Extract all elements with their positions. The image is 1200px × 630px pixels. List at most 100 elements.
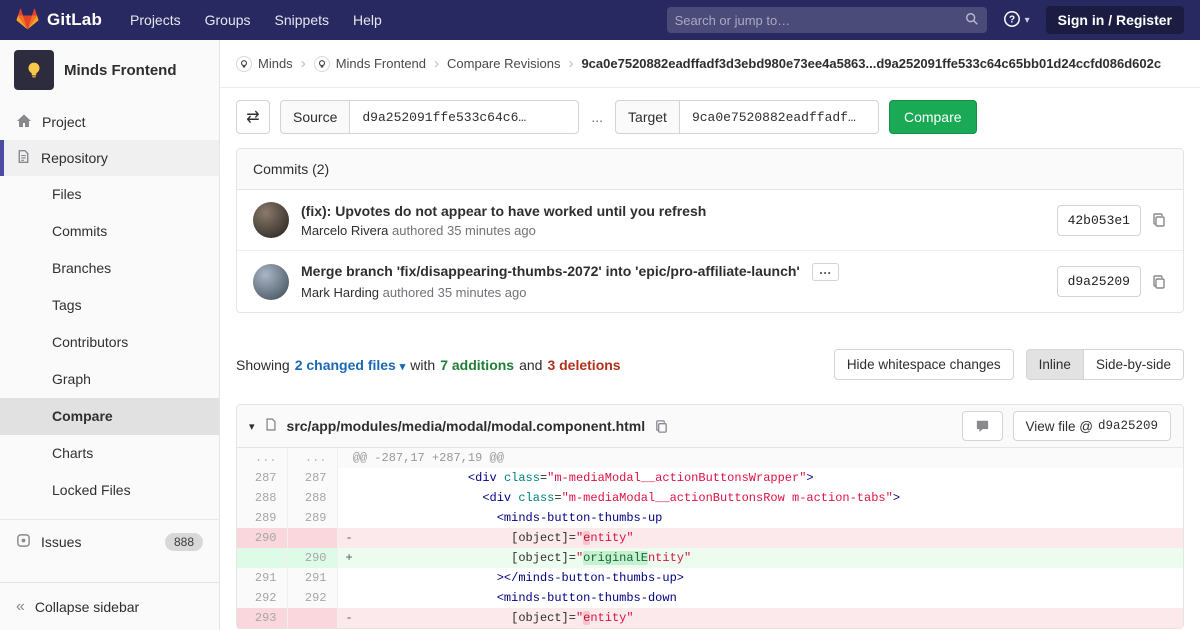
- sidebar-item-label: Issues: [41, 534, 81, 550]
- sidebar-item-commits[interactable]: Commits: [0, 213, 219, 250]
- diff-summary: Showing 2 changed files ▾ with 7 additio…: [236, 357, 621, 373]
- commit-authored-meta: authored 35 minutes ago: [392, 223, 536, 238]
- gitlab-tanuki-icon: [16, 8, 39, 33]
- nav-item-projects[interactable]: Projects: [130, 12, 181, 28]
- new-line-number[interactable]: 288: [287, 488, 337, 508]
- range-separator: ...: [589, 109, 605, 125]
- new-line-number[interactable]: 292: [287, 588, 337, 608]
- diff-code-cell: @@ -287,17 +287,19 @@: [337, 448, 1183, 468]
- new-line-number[interactable]: ...: [287, 448, 337, 468]
- nav-item-help[interactable]: Help: [353, 12, 382, 28]
- compare-button[interactable]: Compare: [889, 100, 977, 134]
- commit-authored-meta: authored 35 minutes ago: [383, 285, 527, 300]
- nav-item-groups[interactable]: Groups: [205, 12, 251, 28]
- signin-register-button[interactable]: Sign in / Register: [1046, 6, 1184, 34]
- sidebar-item-issues[interactable]: Issues 888: [0, 524, 219, 560]
- old-line-number[interactable]: [237, 548, 287, 568]
- sidebar-item-project[interactable]: Project: [0, 104, 219, 140]
- diff-file-header: ▾ src/app/modules/media/modal/modal.comp…: [237, 405, 1183, 448]
- file-path-link[interactable]: src/app/modules/media/modal/modal.compon…: [287, 418, 646, 434]
- sidebar-item-branches[interactable]: Branches: [0, 250, 219, 287]
- copy-sha-button[interactable]: [1151, 274, 1167, 290]
- new-line-number[interactable]: [287, 608, 337, 628]
- breadcrumb-page-label: Compare Revisions: [447, 56, 560, 71]
- view-file-label: View file @: [1026, 419, 1093, 434]
- hide-whitespace-button[interactable]: Hide whitespace changes: [834, 349, 1014, 380]
- diff-code-cell: <minds-button-thumbs-up: [337, 508, 1183, 528]
- diff-view-toggle: Inline Side-by-side: [1026, 349, 1184, 380]
- side-by-side-view-button[interactable]: Side-by-side: [1084, 349, 1184, 380]
- sidebar-item-charts[interactable]: Charts: [0, 435, 219, 472]
- diff-code-cell: <div class="m-mediaModal__actionButtonsR…: [337, 488, 1183, 508]
- diff-code-cell: - [object]="entity": [337, 608, 1183, 628]
- old-line-number[interactable]: 288: [237, 488, 287, 508]
- old-line-number[interactable]: 290: [237, 528, 287, 548]
- old-line-number[interactable]: 292: [237, 588, 287, 608]
- diff-line: 290 - [object]="entity": [237, 528, 1183, 548]
- diff-line: 293 - [object]="entity": [237, 608, 1183, 628]
- collapse-icon: «: [16, 598, 25, 616]
- diff-line: ...... @@ -287,17 +287,19 @@: [237, 448, 1183, 468]
- breadcrumb-item-project[interactable]: Minds Frontend: [314, 56, 426, 72]
- commit-author-avatar[interactable]: [253, 202, 289, 238]
- toggle-comments-button[interactable]: [962, 411, 1003, 441]
- commit-info: (fix): Upvotes do not appear to have wor…: [301, 203, 1045, 238]
- project-sidebar: Minds Frontend Project Repository Files …: [0, 40, 220, 630]
- sidebar-item-tags[interactable]: Tags: [0, 287, 219, 324]
- breadcrumb-item-group[interactable]: Minds: [236, 56, 293, 72]
- sidebar-item-locked-files[interactable]: Locked Files: [0, 472, 219, 509]
- commit-title-link[interactable]: Merge branch 'fix/disappearing-thumbs-20…: [301, 263, 800, 279]
- file-icon: [264, 417, 278, 435]
- gitlab-home-link[interactable]: GitLab: [16, 8, 102, 33]
- commit-author-link[interactable]: Marcelo Rivera: [301, 223, 388, 238]
- view-file-button[interactable]: View file @ d9a25209: [1013, 411, 1172, 441]
- changed-files-dropdown[interactable]: 2 changed files ▾: [295, 357, 406, 373]
- diff-code-cell: - [object]="entity": [337, 528, 1183, 548]
- new-line-number[interactable]: 287: [287, 468, 337, 488]
- search-input[interactable]: [675, 13, 965, 28]
- sidebar-item-compare[interactable]: Compare: [0, 398, 219, 435]
- commit-title-link[interactable]: (fix): Upvotes do not appear to have wor…: [301, 203, 706, 219]
- old-line-number[interactable]: ...: [237, 448, 287, 468]
- new-line-number[interactable]: [287, 528, 337, 548]
- breadcrumb-separator-icon: ›: [434, 55, 439, 72]
- inline-view-button[interactable]: Inline: [1026, 349, 1084, 380]
- sidebar-item-files[interactable]: Files: [0, 176, 219, 213]
- nav-item-snippets[interactable]: Snippets: [275, 12, 329, 28]
- global-search[interactable]: [667, 7, 987, 33]
- deletions-count: 3 deletions: [547, 357, 620, 373]
- new-line-number[interactable]: 289: [287, 508, 337, 528]
- diff-view-controls: Hide whitespace changes Inline Side-by-s…: [834, 349, 1184, 380]
- search-icon: [965, 12, 979, 29]
- help-menu-button[interactable]: ? ▾: [1003, 10, 1030, 31]
- new-line-number[interactable]: 290: [287, 548, 337, 568]
- collapse-diff-caret[interactable]: ▾: [249, 420, 255, 433]
- commit-sha-button[interactable]: 42b053e1: [1057, 205, 1141, 236]
- target-ref-dropdown[interactable]: 9ca0e7520882eadffadf…: [679, 100, 879, 134]
- old-line-number[interactable]: 289: [237, 508, 287, 528]
- copy-sha-button[interactable]: [1151, 212, 1167, 228]
- old-line-number[interactable]: 291: [237, 568, 287, 588]
- collapse-sidebar-button[interactable]: « Collapse sidebar: [0, 582, 219, 630]
- source-ref-dropdown[interactable]: d9a252091ffe533c64c6…: [349, 100, 579, 134]
- swap-revisions-button[interactable]: ⇄: [236, 100, 270, 134]
- breadcrumb-item-compare-revisions[interactable]: Compare Revisions: [447, 56, 560, 71]
- old-line-number[interactable]: 287: [237, 468, 287, 488]
- old-line-number[interactable]: 293: [237, 608, 287, 628]
- diff-line: 291291 ></minds-button-thumbs-up>: [237, 568, 1183, 588]
- additions-count: 7 additions: [440, 357, 514, 373]
- project-context-link[interactable]: Minds Frontend: [0, 40, 219, 100]
- copy-file-path-button[interactable]: [654, 419, 669, 434]
- sidebar-item-contributors[interactable]: Contributors: [0, 324, 219, 361]
- expand-commit-message-button[interactable]: …: [812, 263, 839, 281]
- sidebar-item-graph[interactable]: Graph: [0, 361, 219, 398]
- commit-sha-button[interactable]: d9a25209: [1057, 266, 1141, 297]
- main-nav: Projects Groups Snippets Help: [130, 12, 382, 28]
- swap-icon: ⇄: [246, 107, 259, 127]
- commit-author-link[interactable]: Mark Harding: [301, 285, 379, 300]
- sidebar-item-repository[interactable]: Repository: [0, 140, 219, 176]
- breadcrumb-separator-icon: ›: [568, 55, 573, 72]
- new-line-number[interactable]: 291: [287, 568, 337, 588]
- commit-author-avatar[interactable]: [253, 264, 289, 300]
- question-circle-icon: ?: [1003, 10, 1021, 31]
